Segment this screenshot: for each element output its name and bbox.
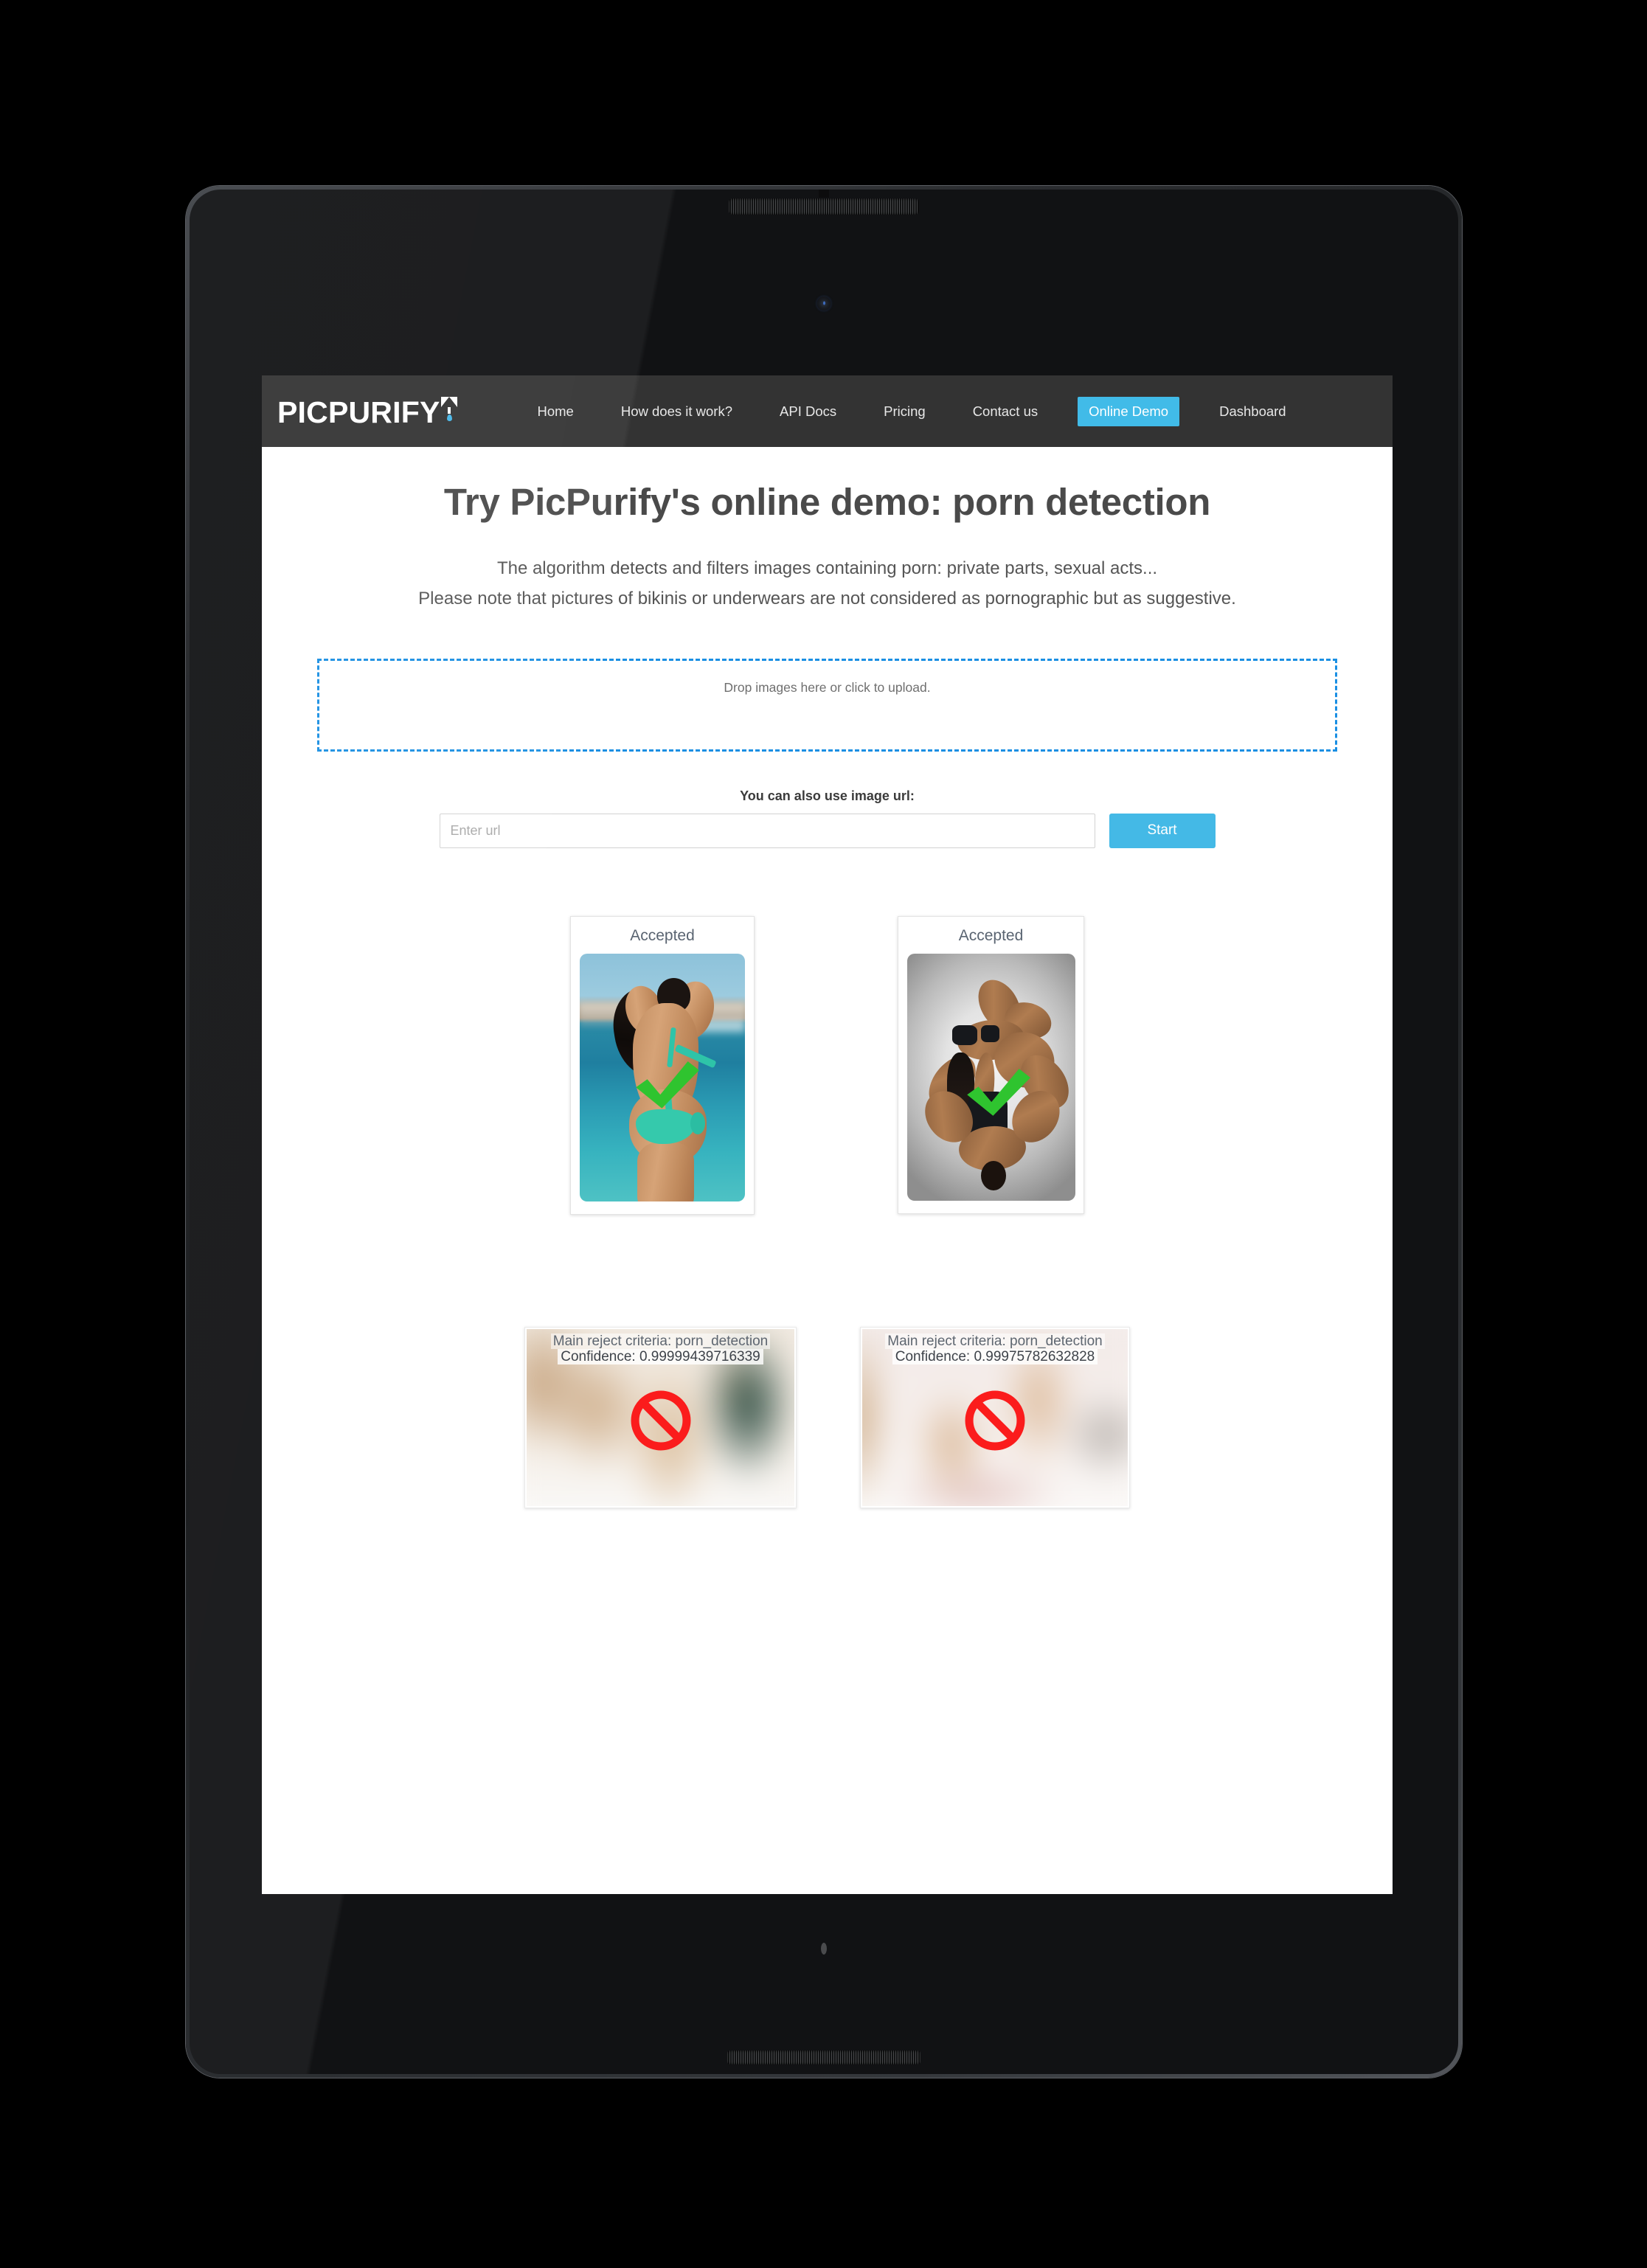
accepted-results-row: Accepted Accepted xyxy=(302,915,1353,1215)
result-card-accepted[interactable]: Accepted xyxy=(570,915,755,1215)
dropzone-label: Drop images here or click to upload. xyxy=(724,679,931,695)
figure-head xyxy=(980,1160,1006,1191)
blurred-content xyxy=(527,1328,794,1506)
figure-legs xyxy=(637,1141,694,1201)
funnel-droplet-icon xyxy=(440,395,458,423)
nav-link-how-does-it-work[interactable]: How does it work? xyxy=(621,396,732,427)
page-subtitle-line-1: The algorithm detects and filters images… xyxy=(496,558,1158,578)
rejected-results-row: Main reject criteria: porn_detection Con… xyxy=(302,1326,1353,1508)
image-url-section: You can also use image url: Start xyxy=(302,788,1353,848)
page-content: Try PicPurify's online demo: porn detect… xyxy=(262,480,1393,1508)
result-card-rejected[interactable]: Main reject criteria: porn_detection Con… xyxy=(524,1326,797,1508)
status-badge: Accepted xyxy=(958,926,1024,944)
briefs xyxy=(980,1024,999,1043)
navbar-links: Home How does it work? API Docs Pricing … xyxy=(526,396,1393,427)
tablet-device-frame: PICPURIFY Home How does it work? API Doc… xyxy=(186,186,1462,2078)
image-url-input[interactable] xyxy=(439,813,1095,848)
sports-bra xyxy=(952,1024,978,1045)
nav-link-home[interactable]: Home xyxy=(538,396,574,427)
image-url-label: You can also use image url: xyxy=(740,788,915,803)
bikini-tie xyxy=(690,1112,706,1134)
blurred-content xyxy=(862,1328,1128,1506)
speaker-grille-icon xyxy=(729,198,919,215)
result-image-blurred: Main reject criteria: porn_detection Con… xyxy=(862,1328,1128,1506)
speaker-grille-icon xyxy=(727,2050,920,2064)
result-card-rejected[interactable]: Main reject criteria: porn_detection Con… xyxy=(860,1326,1130,1508)
page-subtitle-line-2: Please note that pictures of bikinis or … xyxy=(418,588,1236,608)
site-navbar: PICPURIFY Home How does it work? API Doc… xyxy=(262,375,1393,447)
nav-link-pricing[interactable]: Pricing xyxy=(884,396,926,427)
result-image xyxy=(906,953,1075,1201)
page-title: Try PicPurify's online demo: porn detect… xyxy=(443,481,1211,523)
home-indicator xyxy=(821,1943,827,1955)
bezel-notch xyxy=(819,190,829,198)
picpurify-logo[interactable]: PICPURIFY xyxy=(277,395,458,428)
status-badge: Accepted xyxy=(630,926,695,944)
start-button[interactable]: Start xyxy=(1109,813,1216,848)
result-image xyxy=(580,953,745,1201)
result-card-accepted[interactable]: Accepted xyxy=(898,915,1084,1214)
front-camera-icon xyxy=(816,296,831,311)
image-dropzone[interactable]: Drop images here or click to upload. xyxy=(317,658,1337,752)
brand-name: PICPURIFY xyxy=(277,395,440,429)
tablet-screen: PICPURIFY Home How does it work? API Doc… xyxy=(190,190,1458,2074)
nav-link-contact-us[interactable]: Contact us xyxy=(973,396,1038,427)
nav-link-api-docs[interactable]: API Docs xyxy=(780,396,836,427)
image-url-row: Start xyxy=(302,813,1353,848)
nav-link-dashboard[interactable]: Dashboard xyxy=(1219,396,1286,427)
nav-link-online-demo[interactable]: Online Demo xyxy=(1078,396,1180,426)
result-image-blurred: Main reject criteria: porn_detection Con… xyxy=(527,1328,794,1506)
browser-viewport: PICPURIFY Home How does it work? API Doc… xyxy=(262,375,1393,1894)
